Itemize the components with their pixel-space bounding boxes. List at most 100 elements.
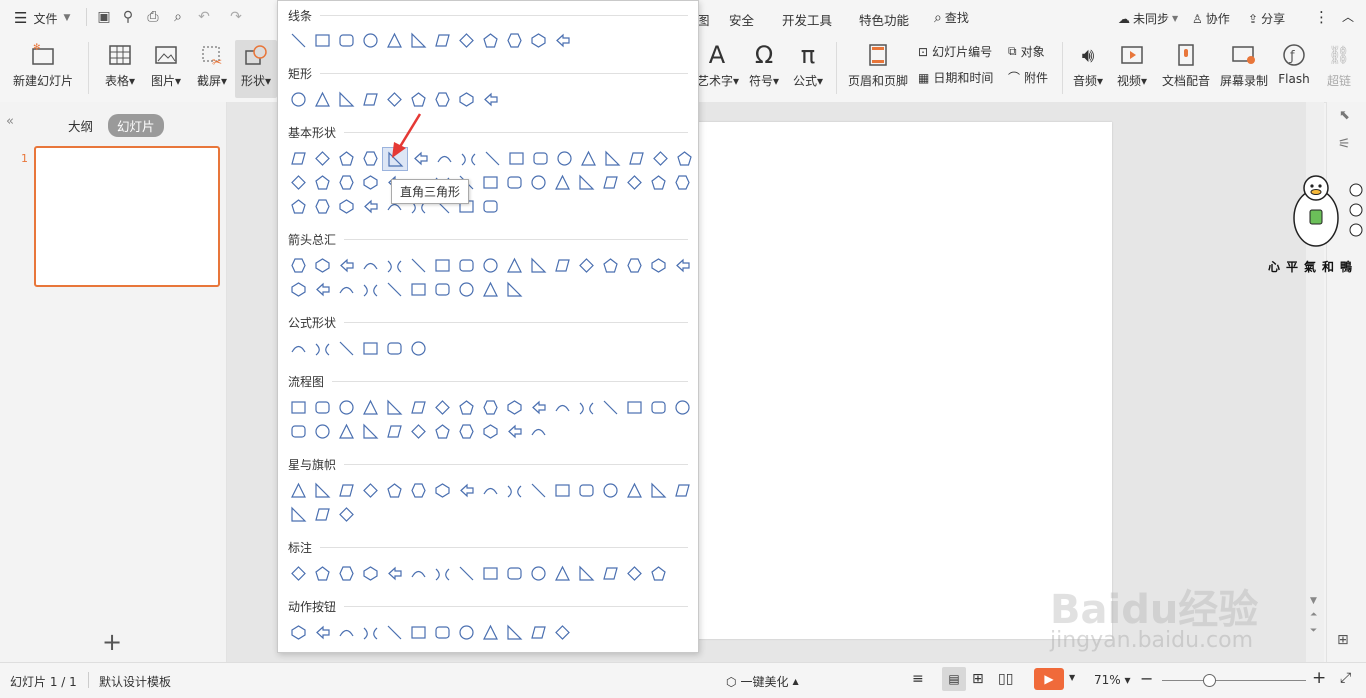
- formula-button[interactable]: π 公式▾: [788, 40, 828, 98]
- shape-item[interactable]: [382, 420, 406, 442]
- shape-item[interactable]: [310, 396, 334, 418]
- shape-item[interactable]: [310, 562, 334, 584]
- shape-item[interactable]: [382, 621, 406, 643]
- shape-item[interactable]: [526, 254, 550, 276]
- shape-item[interactable]: [310, 503, 334, 525]
- shape-item[interactable]: [528, 147, 552, 169]
- shape-item[interactable]: [334, 479, 358, 501]
- shape-item[interactable]: [310, 254, 334, 276]
- shape-item[interactable]: [286, 195, 310, 217]
- shape-item[interactable]: [502, 479, 526, 501]
- shape-item[interactable]: [550, 621, 574, 643]
- shape-item[interactable]: [334, 420, 358, 442]
- shape-item[interactable]: [286, 171, 310, 193]
- shape-item[interactable]: [430, 562, 454, 584]
- shape-item[interactable]: [358, 396, 382, 418]
- shape-item[interactable]: [526, 479, 550, 501]
- shape-item[interactable]: [286, 396, 310, 418]
- shape-item[interactable]: [286, 479, 310, 501]
- zoom-in-button[interactable]: +: [1312, 668, 1326, 688]
- share-button[interactable]: ⇪ 分享: [1248, 10, 1285, 27]
- shape-item[interactable]: [480, 147, 504, 169]
- shape-item[interactable]: [454, 278, 478, 300]
- shape-item[interactable]: [334, 254, 358, 276]
- shape-item[interactable]: [382, 88, 406, 110]
- reading-view-icon[interactable]: ▯▯: [998, 671, 1013, 687]
- shape-item[interactable]: [382, 337, 406, 359]
- shape-item[interactable]: [526, 396, 550, 418]
- shape-item[interactable]: [358, 337, 382, 359]
- notes-icon[interactable]: ≡: [912, 671, 924, 687]
- shape-item[interactable]: [574, 254, 598, 276]
- shape-item[interactable]: [550, 479, 574, 501]
- screenshot-button[interactable]: ✂ 截屏▾: [190, 40, 234, 98]
- shape-item[interactable]: [310, 171, 334, 193]
- shape-item[interactable]: [334, 503, 358, 525]
- file-menu[interactable]: ☰ 文件 ▼: [14, 9, 70, 27]
- shape-item[interactable]: [358, 88, 382, 110]
- shape-item[interactable]: [574, 562, 598, 584]
- add-slide-button[interactable]: +: [102, 628, 122, 656]
- shape-item[interactable]: [670, 171, 694, 193]
- shape-item[interactable]: [286, 621, 310, 643]
- table-button[interactable]: 表格▾: [98, 40, 142, 98]
- grid-apps-icon[interactable]: ⊞: [1337, 632, 1349, 648]
- shape-item[interactable]: [454, 479, 478, 501]
- shape-item[interactable]: [358, 479, 382, 501]
- shape-item[interactable]: [502, 562, 526, 584]
- prev-page-icon[interactable]: ⏶: [1310, 610, 1317, 620]
- shape-item[interactable]: [552, 147, 576, 169]
- shape-item[interactable]: [502, 396, 526, 418]
- shape-item[interactable]: [574, 171, 598, 193]
- more-icon[interactable]: ⋮: [1314, 8, 1329, 26]
- shape-item[interactable]: [432, 147, 456, 169]
- shape-item[interactable]: [646, 562, 670, 584]
- shape-item[interactable]: [430, 396, 454, 418]
- shape-item[interactable]: [334, 621, 358, 643]
- zoom-slider[interactable]: [1162, 680, 1306, 681]
- print-preview-icon[interactable]: ⌕: [170, 9, 186, 25]
- shape-item[interactable]: [334, 278, 358, 300]
- shape-item[interactable]: [310, 621, 334, 643]
- shape-item[interactable]: [598, 562, 622, 584]
- shape-item[interactable]: [358, 420, 382, 442]
- tab-special[interactable]: 特色功能: [859, 10, 909, 29]
- shape-item[interactable]: [624, 147, 648, 169]
- date-time-button[interactable]: ▦ 日期和时间: [918, 69, 993, 86]
- print-icon[interactable]: ⎙: [145, 9, 161, 25]
- shape-item[interactable]: [286, 147, 310, 169]
- shape-item[interactable]: [622, 171, 646, 193]
- shape-item[interactable]: [646, 171, 670, 193]
- shape-item[interactable]: [478, 420, 502, 442]
- shape-item[interactable]: [358, 171, 382, 193]
- shape-item[interactable]: [406, 254, 430, 276]
- shape-item[interactable]: [648, 147, 672, 169]
- shape-item[interactable]: [600, 147, 624, 169]
- shape-item[interactable]: [574, 396, 598, 418]
- shape-item[interactable]: [454, 562, 478, 584]
- shape-item[interactable]: [670, 479, 694, 501]
- collapse-ribbon-icon[interactable]: ︿: [1342, 8, 1354, 25]
- shape-item[interactable]: [310, 29, 334, 51]
- shape-item[interactable]: [430, 29, 454, 51]
- shape-item[interactable]: [646, 396, 670, 418]
- shape-item[interactable]: [550, 29, 574, 51]
- shape-item[interactable]: [310, 278, 334, 300]
- shape-item[interactable]: [406, 562, 430, 584]
- normal-view-icon[interactable]: ▤: [942, 667, 966, 691]
- shape-item[interactable]: [646, 479, 670, 501]
- audio-button[interactable]: 🔊︎ 音频▾: [1068, 40, 1108, 98]
- shape-item[interactable]: [286, 562, 310, 584]
- slide-thumbnail[interactable]: [34, 146, 220, 287]
- collapse-panel-icon[interactable]: «: [6, 114, 14, 129]
- shape-item[interactable]: [310, 479, 334, 501]
- shape-item[interactable]: [286, 278, 310, 300]
- shape-item[interactable]: [334, 562, 358, 584]
- shape-item[interactable]: [310, 420, 334, 442]
- shape-item[interactable]: [358, 562, 382, 584]
- shape-item[interactable]: [334, 337, 358, 359]
- shape-button[interactable]: 形状▾: [235, 40, 277, 98]
- shape-item[interactable]: [672, 147, 696, 169]
- shape-item[interactable]: [502, 278, 526, 300]
- settings-sliders-icon[interactable]: ⚟: [1338, 136, 1351, 152]
